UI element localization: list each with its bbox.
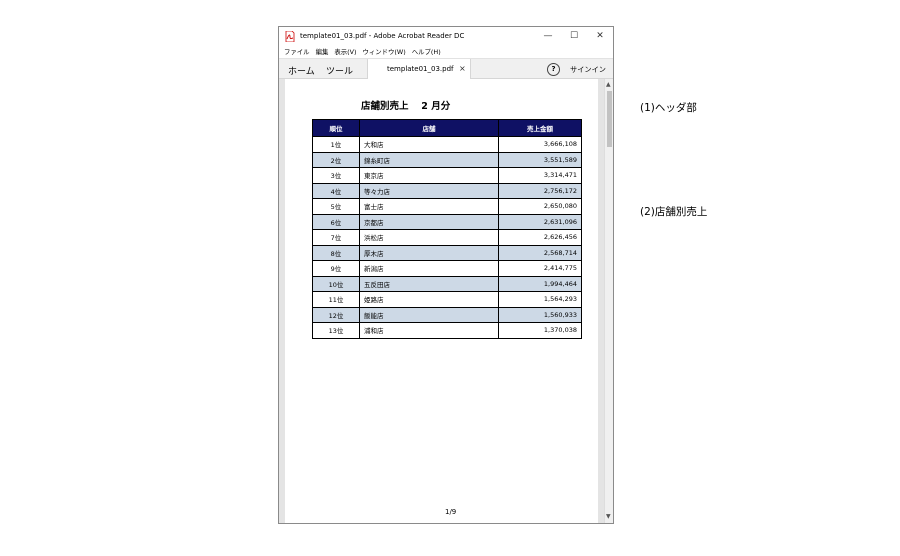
- rank-cell: 12位: [312, 306, 360, 323]
- close-tab-icon[interactable]: ×: [459, 64, 466, 73]
- close-window-button[interactable]: ✕: [587, 27, 613, 45]
- table-row: 1位 大和店 3,666,108: [312, 136, 582, 153]
- amount-cell: 3,314,471: [498, 167, 582, 184]
- toolbar: ホーム ツール template01_03.pdf × ? サインイン: [279, 58, 613, 79]
- document-viewer: 店舗別売上 2 月分 順位 店舗 売上金額 1位 大和店 3,666,108 2位 錦糸…: [279, 79, 605, 523]
- vertical-scrollbar[interactable]: ▲ ▼: [604, 79, 613, 523]
- store-cell: 浜松店: [359, 229, 499, 246]
- scroll-up-icon[interactable]: ▲: [606, 81, 611, 88]
- rank-cell: 11位: [312, 291, 360, 308]
- document-tab[interactable]: template01_03.pdf ×: [367, 59, 471, 79]
- header-amount: 売上金額: [498, 119, 582, 137]
- document-tab-label: template01_03.pdf: [387, 65, 454, 73]
- amount-cell: 2,568,714: [498, 244, 582, 261]
- rank-cell: 8位: [312, 244, 360, 261]
- menu-bar: ファイル 編集 表示(V) ウィンドウ(W) ヘルプ(H): [279, 45, 613, 57]
- amount-cell: 1,370,038: [498, 322, 582, 339]
- menu-view[interactable]: 表示(V): [334, 47, 356, 56]
- scroll-thumb[interactable]: [607, 91, 612, 147]
- scroll-down-icon[interactable]: ▼: [606, 513, 611, 520]
- store-cell: 大和店: [359, 136, 499, 153]
- table-row: 8位 厚木店 2,568,714: [312, 244, 582, 261]
- table-row: 3位 東京店 3,314,471: [312, 167, 582, 184]
- page-title: 店舗別売上 2 月分: [361, 101, 451, 112]
- page-number: 1/9: [445, 508, 457, 516]
- table-row: 10位 五反田店 1,994,464: [312, 275, 582, 292]
- store-cell: 五反田店: [359, 275, 499, 292]
- table-row: 13位 浦和店 1,370,038: [312, 322, 582, 339]
- rank-cell: 13位: [312, 322, 360, 339]
- rank-cell: 3位: [312, 167, 360, 184]
- store-cell: 姫路店: [359, 291, 499, 308]
- menu-edit[interactable]: 編集: [316, 47, 329, 56]
- amount-cell: 2,650,080: [498, 198, 582, 215]
- window-title: template01_03.pdf - Adobe Acrobat Reader…: [300, 32, 465, 40]
- table-row: 12位 飯能店 1,560,933: [312, 306, 582, 323]
- store-cell: 浦和店: [359, 322, 499, 339]
- store-cell: 東京店: [359, 167, 499, 184]
- rank-cell: 9位: [312, 260, 360, 277]
- minimize-button[interactable]: —: [535, 27, 561, 45]
- table-row: 4位 等々力店 2,756,172: [312, 182, 582, 199]
- store-cell: 京都店: [359, 213, 499, 230]
- rank-cell: 7位: [312, 229, 360, 246]
- amount-cell: 3,551,589: [498, 151, 582, 168]
- table-row: 7位 浜松店 2,626,456: [312, 229, 582, 246]
- store-cell: 富士店: [359, 198, 499, 215]
- amount-cell: 3,666,108: [498, 136, 582, 153]
- pdf-file-icon: [285, 30, 295, 42]
- maximize-button[interactable]: ☐: [561, 27, 587, 45]
- title-bar: template01_03.pdf - Adobe Acrobat Reader…: [279, 27, 613, 45]
- rank-cell: 5位: [312, 198, 360, 215]
- table-row: 11位 姫路店 1,564,293: [312, 291, 582, 308]
- store-cell: 飯能店: [359, 306, 499, 323]
- amount-cell: 1,560,933: [498, 306, 582, 323]
- signin-button[interactable]: サインイン: [570, 65, 606, 75]
- table-header-row: 順位 店舗 売上金額: [312, 119, 582, 137]
- table-row: 6位 京都店 2,631,096: [312, 213, 582, 230]
- amount-cell: 2,414,775: [498, 260, 582, 277]
- home-tab[interactable]: ホーム: [288, 64, 315, 77]
- amount-cell: 2,756,172: [498, 182, 582, 199]
- store-cell: 等々力店: [359, 182, 499, 199]
- rank-cell: 10位: [312, 275, 360, 292]
- amount-cell: 2,631,096: [498, 213, 582, 230]
- amount-cell: 1,994,464: [498, 275, 582, 292]
- store-cell: 厚木店: [359, 244, 499, 261]
- annotation-header: (1)ヘッダ部: [640, 102, 697, 114]
- menu-file[interactable]: ファイル: [284, 47, 310, 56]
- store-cell: 新潟店: [359, 260, 499, 277]
- rank-cell: 6位: [312, 213, 360, 230]
- pdf-page: 店舗別売上 2 月分 順位 店舗 売上金額 1位 大和店 3,666,108 2位 錦糸…: [285, 79, 598, 523]
- menu-help[interactable]: ヘルプ(H): [412, 47, 441, 56]
- menu-window[interactable]: ウィンドウ(W): [362, 47, 405, 56]
- amount-cell: 2,626,456: [498, 229, 582, 246]
- amount-cell: 1,564,293: [498, 291, 582, 308]
- tools-tab[interactable]: ツール: [326, 64, 353, 77]
- store-cell: 錦糸町店: [359, 151, 499, 168]
- header-rank: 順位: [312, 119, 360, 137]
- acrobat-window: template01_03.pdf - Adobe Acrobat Reader…: [278, 26, 614, 524]
- table-row: 2位 錦糸町店 3,551,589: [312, 151, 582, 168]
- sales-table: 順位 店舗 売上金額 1位 大和店 3,666,108 2位 錦糸町店 3,551,589…: [312, 119, 582, 339]
- rank-cell: 1位: [312, 136, 360, 153]
- annotation-store-sales: (2)店舗別売上: [640, 206, 708, 218]
- header-store: 店舗: [359, 119, 499, 137]
- table-row: 9位 新潟店 2,414,775: [312, 260, 582, 277]
- help-icon[interactable]: ?: [547, 63, 560, 76]
- rank-cell: 4位: [312, 182, 360, 199]
- rank-cell: 2位: [312, 151, 360, 168]
- table-row: 5位 富士店 2,650,080: [312, 198, 582, 215]
